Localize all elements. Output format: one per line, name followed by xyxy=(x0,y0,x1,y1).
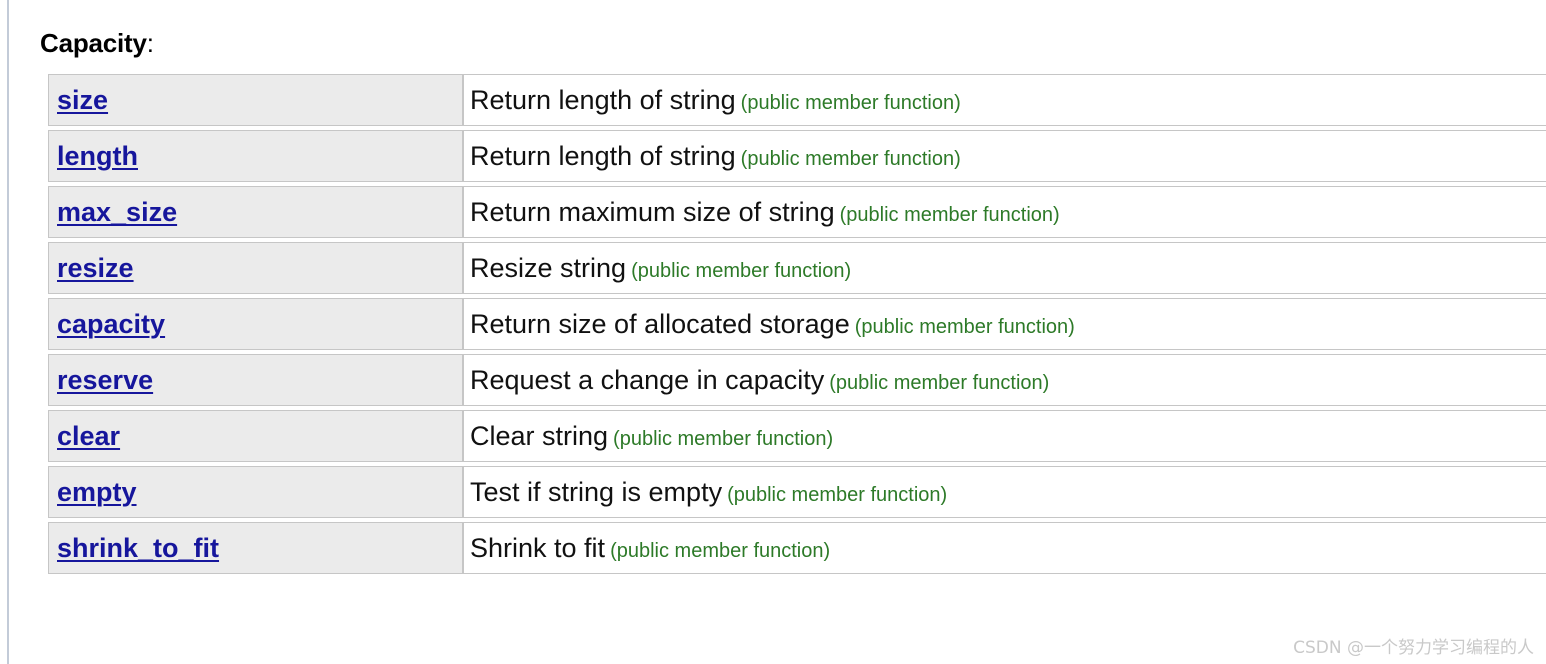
table-cell-name: reserve xyxy=(48,354,463,406)
function-kind-note: (public member function) xyxy=(613,427,834,450)
table-cell-name: capacity xyxy=(48,298,463,350)
function-kind-note: (public member function) xyxy=(631,259,852,282)
function-link-size[interactable]: size xyxy=(57,85,108,115)
table-cell-name: max_size xyxy=(48,186,463,238)
function-kind-note: (public member function) xyxy=(727,483,948,506)
table-row: empty Test if string is empty (public mem… xyxy=(48,466,1546,518)
function-kind-note: (public member function) xyxy=(740,91,961,114)
table-cell-description: Request a change in capacity (public memb… xyxy=(463,354,1546,406)
function-kind-note: (public member function) xyxy=(610,539,831,562)
table-row: length Return length of string (public me… xyxy=(48,130,1546,182)
table-row: size Return length of string (public memb… xyxy=(48,74,1546,126)
function-description: Request a change in capacity xyxy=(470,364,825,395)
csdn-watermark: CSDN @一个努力学习编程的人 xyxy=(1293,638,1534,658)
section-title-colon: : xyxy=(146,28,154,58)
page-title: Capacity: xyxy=(40,0,1546,59)
function-link-length[interactable]: length xyxy=(57,141,138,171)
function-link-resize[interactable]: resize xyxy=(57,253,134,283)
table-body: size Return length of string (public memb… xyxy=(48,74,1546,574)
function-description: Shrink to fit xyxy=(470,532,606,563)
function-link-clear[interactable]: clear xyxy=(57,421,120,451)
table-row: resize Resize string (public member funct… xyxy=(48,242,1546,294)
table-cell-name: clear xyxy=(48,410,463,462)
table-cell-name: shrink_to_fit xyxy=(48,522,463,574)
table-cell-description: Return maximum size of string (public mem… xyxy=(463,186,1546,238)
table-row: reserve Request a change in capacity (pub… xyxy=(48,354,1546,406)
function-link-empty[interactable]: empty xyxy=(57,477,137,507)
function-link-shrink-to-fit[interactable]: shrink_to_fit xyxy=(57,533,219,563)
table-row: clear Clear string (public member functio… xyxy=(48,410,1546,462)
table-cell-description: Test if string is empty (public member fu… xyxy=(463,466,1546,518)
function-description: Resize string xyxy=(470,252,627,283)
table-cell-name: resize xyxy=(48,242,463,294)
function-description: Return size of allocated storage xyxy=(470,308,850,339)
table-cell-description: Shrink to fit (public member function) xyxy=(463,522,1546,574)
table-cell-description: Resize string (public member function) xyxy=(463,242,1546,294)
table-cell-name: empty xyxy=(48,466,463,518)
function-description: Return length of string xyxy=(470,140,736,171)
function-description: Clear string xyxy=(470,420,609,451)
section-title-text: Capacity xyxy=(40,28,147,58)
reference-content: Capacity: size Return length of string (p… xyxy=(40,0,1546,664)
table-cell-description: Clear string (public member function) xyxy=(463,410,1546,462)
table-cell-name: length xyxy=(48,130,463,182)
function-kind-note: (public member function) xyxy=(829,371,1050,394)
table-row: capacity Return size of allocated storag… xyxy=(48,298,1546,350)
function-description: Test if string is empty xyxy=(470,476,723,507)
function-link-max-size[interactable]: max_size xyxy=(57,197,177,227)
table-cell-description: Return size of allocated storage (public … xyxy=(463,298,1546,350)
capacity-member-function-table: size Return length of string (public memb… xyxy=(48,70,1546,578)
function-description: Return maximum size of string xyxy=(470,196,835,227)
function-description: Return length of string xyxy=(470,84,736,115)
table-cell-description: Return length of string (public member fu… xyxy=(463,74,1546,126)
function-link-reserve[interactable]: reserve xyxy=(57,365,153,395)
function-kind-note: (public member function) xyxy=(839,203,1060,226)
table-cell-name: size xyxy=(48,74,463,126)
function-link-capacity[interactable]: capacity xyxy=(57,309,165,339)
table-cell-description: Return length of string (public member fu… xyxy=(463,130,1546,182)
function-kind-note: (public member function) xyxy=(854,315,1075,338)
table-row: shrink_to_fit Shrink to fit (public membe… xyxy=(48,522,1546,574)
page-left-rule xyxy=(7,0,9,664)
table-row: max_size Return maximum size of string (p… xyxy=(48,186,1546,238)
function-kind-note: (public member function) xyxy=(740,147,961,170)
